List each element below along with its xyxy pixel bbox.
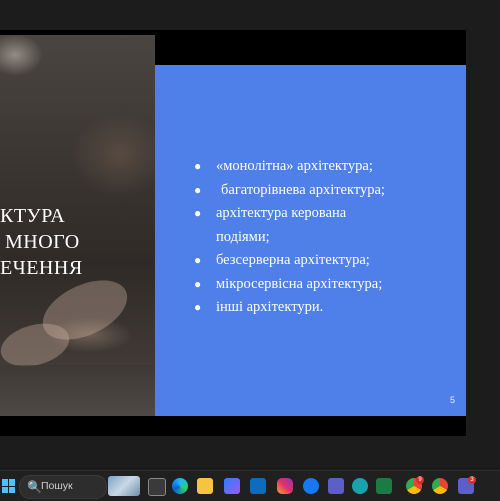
taskbar-search-input[interactable]: 🔍 Пошук (19, 475, 107, 499)
picsart-icon[interactable] (352, 478, 368, 494)
list-item: ● мікросервісна архітектура; (188, 273, 385, 297)
widget-thumbnail[interactable] (108, 476, 140, 496)
excel-icon[interactable] (376, 478, 392, 494)
outlook-icon[interactable] (250, 478, 266, 494)
photos-icon[interactable] (224, 478, 240, 494)
bullet-marker: ● (194, 276, 202, 291)
search-icon: 🔍 (27, 480, 42, 494)
list-item: ● безсерверна архітектура; (188, 249, 385, 273)
list-item: ● «монолітна» архітектура; (188, 155, 385, 179)
bullet-text: «монолітна» архітектура; (216, 158, 373, 174)
bullet-text: архітектура керована (216, 205, 347, 221)
bullet-text: безсерверна архітектура; (216, 252, 370, 268)
instagram-icon[interactable] (277, 478, 293, 494)
edge-icon[interactable] (172, 478, 188, 494)
bullet-list: ● «монолітна» архітектура; ● багаторівнева… (188, 155, 385, 320)
bullet-marker: ● (194, 159, 202, 173)
list-item: ● інші архітектури. (188, 296, 385, 320)
list-item: ● архітектура керована (188, 202, 385, 226)
task-view-icon[interactable] (148, 478, 166, 496)
bullet-text: мікросервісна архітектура; (216, 275, 383, 292)
slide-title-line-1: КТУРА (0, 205, 66, 227)
facebook-icon[interactable] (303, 478, 319, 494)
bullet-marker: ● (194, 300, 202, 314)
list-item-continuation: подіями; (188, 226, 385, 250)
slide-title-line-3: ЕЧЕННЯ (0, 257, 83, 279)
chrome-badge: 9 (416, 476, 424, 484)
list-item: ● багаторівнева архітектура; (188, 179, 385, 203)
bullet-marker: ● (194, 206, 202, 220)
bullet-text: інші архітектури. (216, 299, 324, 315)
slide-title-line-2: МНОГО (5, 231, 80, 253)
file-explorer-icon[interactable] (197, 478, 213, 494)
chrome-profile-icon[interactable] (432, 478, 448, 494)
windows-start-icon[interactable] (2, 479, 16, 493)
taskbar: 🔍 Пошук 9 3 (0, 470, 500, 501)
slide-number: 5 (450, 395, 456, 405)
bullet-marker: ● (194, 182, 202, 197)
teams-icon[interactable] (328, 478, 344, 494)
chat-badge: 3 (468, 476, 476, 484)
bullet-marker: ● (194, 253, 202, 267)
search-placeholder: Пошук (41, 480, 73, 492)
bullet-text: подіями; (216, 228, 270, 245)
bullet-text: багаторівнева архітектура; (221, 181, 385, 198)
